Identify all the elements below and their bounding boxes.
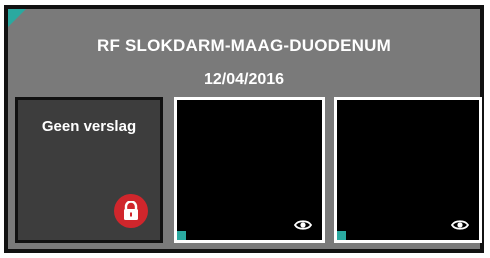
eye-icon[interactable] xyxy=(294,219,312,231)
card-corner-marker xyxy=(8,9,26,27)
study-title: RF SLOKDARM-MAAG-DUODENUM xyxy=(97,36,391,55)
study-date: 12/04/2016 xyxy=(203,71,285,88)
report-tile[interactable]: Geen verslag xyxy=(15,97,163,243)
report-status-label: Geen verslag xyxy=(41,118,137,135)
eye-icon[interactable] xyxy=(451,219,469,231)
lock-icon[interactable] xyxy=(114,194,148,228)
image-thumbnail[interactable] xyxy=(174,97,325,243)
image-thumbnail[interactable] xyxy=(334,97,482,243)
thumbnail-corner-marker xyxy=(177,231,186,240)
thumbnail-corner-marker xyxy=(337,231,346,240)
